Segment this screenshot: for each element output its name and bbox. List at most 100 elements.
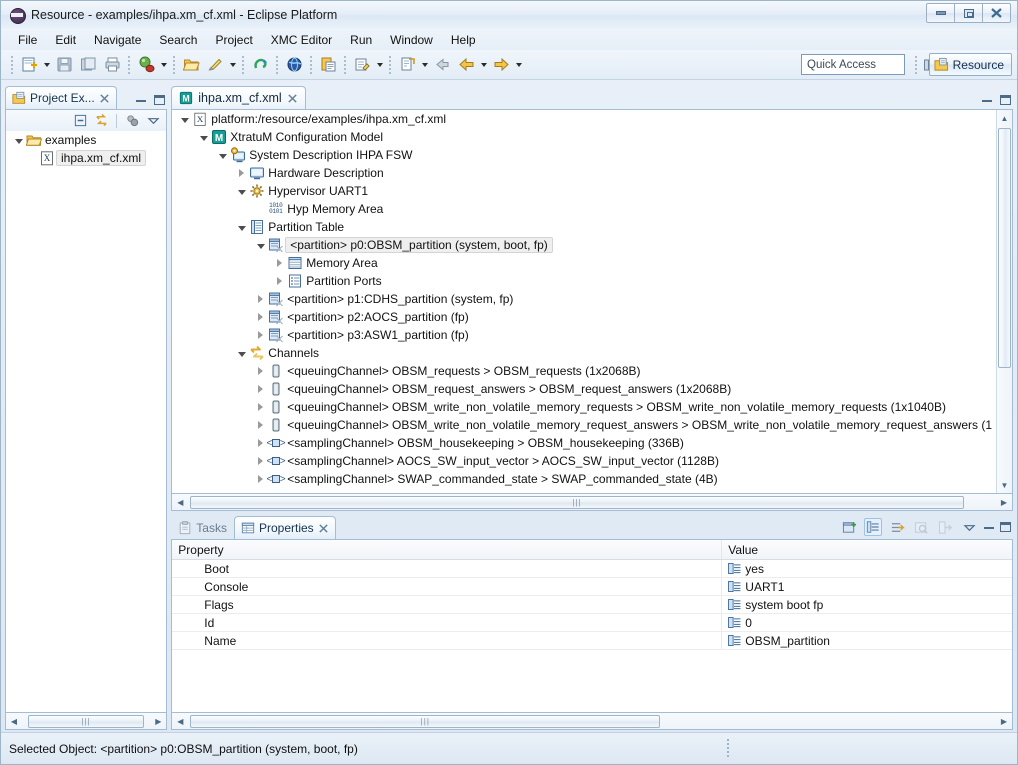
debug-icon[interactable] bbox=[135, 54, 157, 76]
forward-icon[interactable] bbox=[490, 54, 512, 76]
tree-item[interactable]: Partition Table bbox=[172, 218, 996, 236]
run-dropdown[interactable] bbox=[227, 54, 238, 76]
hscroll-thumb[interactable]: ||| bbox=[190, 714, 661, 728]
twisty-open-icon[interactable] bbox=[235, 344, 248, 362]
twisty-open-icon[interactable] bbox=[12, 131, 25, 149]
tree-item[interactable]: Partition Ports bbox=[172, 272, 996, 290]
tab-project-explorer[interactable]: Project Ex... bbox=[5, 86, 117, 109]
menu-project[interactable]: Project bbox=[206, 31, 261, 49]
globe-icon[interactable] bbox=[283, 54, 305, 76]
table-row[interactable]: Flags system boot fp bbox=[172, 596, 1012, 614]
maximize-icon[interactable] bbox=[1000, 522, 1011, 532]
collapse-all-icon[interactable] bbox=[71, 112, 89, 130]
property-value-cell[interactable]: 0 bbox=[722, 614, 1012, 631]
quick-access-input[interactable]: Quick Access bbox=[801, 54, 905, 75]
table-row[interactable]: Name OBSM_partition bbox=[172, 632, 1012, 650]
twisty-closed-icon[interactable] bbox=[254, 398, 267, 416]
twisty-closed-icon[interactable] bbox=[254, 416, 267, 434]
twisty-closed-icon[interactable] bbox=[254, 326, 267, 344]
new-wizard-dropdown[interactable] bbox=[41, 54, 52, 76]
annotation-icon[interactable] bbox=[351, 54, 373, 76]
table-row[interactable]: Console UART1 bbox=[172, 578, 1012, 596]
project-explorer-tree[interactable]: examples X ihpa.xm_cf.xml bbox=[5, 131, 168, 713]
annotation-dropdown[interactable] bbox=[374, 54, 385, 76]
close-icon[interactable] bbox=[318, 523, 329, 534]
new-tab-icon[interactable] bbox=[840, 518, 858, 536]
twisty-closed-icon[interactable] bbox=[254, 452, 267, 470]
next-annotation-dropdown[interactable] bbox=[419, 54, 430, 76]
tree-item[interactable]: <partition> p3:ASW1_partition (fp) bbox=[172, 326, 996, 344]
undo-icon[interactable] bbox=[249, 54, 271, 76]
twisty-open-icon[interactable] bbox=[178, 110, 191, 128]
twisty-closed-icon[interactable] bbox=[254, 380, 267, 398]
vscroll-track[interactable] bbox=[997, 126, 1012, 477]
maximize-icon[interactable] bbox=[154, 95, 166, 105]
menu-help[interactable]: Help bbox=[442, 31, 485, 49]
scroll-down-icon[interactable]: ▼ bbox=[997, 477, 1012, 493]
twisty-closed-icon[interactable] bbox=[273, 272, 286, 290]
hscroll-track[interactable]: ||| bbox=[22, 714, 150, 729]
project-explorer-hscrollbar[interactable]: ◀ ||| ▶ bbox=[5, 713, 168, 730]
menu-xmc-editor[interactable]: XMC Editor bbox=[262, 31, 341, 49]
twisty-closed-icon[interactable] bbox=[254, 470, 267, 488]
model-tree[interactable]: Xplatform:/resource/examples/ihpa.xm_cf.… bbox=[172, 110, 996, 493]
tree-item[interactable]: Memory Area bbox=[172, 254, 996, 272]
perspective-resource-button[interactable]: Resource bbox=[928, 53, 1012, 76]
focus-icon[interactable] bbox=[123, 112, 141, 130]
twisty-closed-icon[interactable] bbox=[254, 308, 267, 326]
minimize-icon[interactable] bbox=[136, 99, 147, 102]
tree-item[interactable]: <queuingChannel> OBSM_requests > OBSM_re… bbox=[172, 362, 996, 380]
column-header-value[interactable]: Value bbox=[722, 540, 1012, 559]
twisty-open-icon[interactable] bbox=[235, 182, 248, 200]
twisty-closed-icon[interactable] bbox=[254, 434, 267, 452]
tree-item[interactable]: M XtratuM Configuration Model bbox=[172, 128, 996, 146]
twisty-closed-icon[interactable] bbox=[235, 164, 248, 182]
new-wizard-icon[interactable] bbox=[18, 54, 40, 76]
editor-vscrollbar[interactable]: ▲ ▼ bbox=[996, 110, 1012, 493]
menu-edit[interactable]: Edit bbox=[46, 31, 85, 49]
minimize-icon[interactable] bbox=[984, 526, 994, 529]
hscroll-thumb[interactable]: ||| bbox=[190, 495, 964, 509]
tree-item[interactable]: <queuingChannel> OBSM_request_answers > … bbox=[172, 380, 996, 398]
tree-item[interactable]: < > <samplingChannel> OBSM_housekeeping > … bbox=[172, 434, 996, 452]
menu-run[interactable]: Run bbox=[341, 31, 381, 49]
maximize-button[interactable] bbox=[954, 3, 983, 23]
forward-dropdown[interactable] bbox=[513, 54, 524, 76]
scroll-right-icon[interactable]: ▶ bbox=[996, 714, 1012, 729]
table-row[interactable]: Id 0 bbox=[172, 614, 1012, 632]
twisty-closed-icon[interactable] bbox=[273, 254, 286, 272]
tree-item[interactable]: Xplatform:/resource/examples/ihpa.xm_cf.… bbox=[172, 110, 996, 128]
hscroll-track[interactable]: ||| bbox=[188, 495, 996, 510]
minimize-button[interactable] bbox=[926, 3, 955, 23]
table-row[interactable]: Boot yes bbox=[172, 560, 1012, 578]
scroll-right-icon[interactable]: ▶ bbox=[150, 714, 166, 729]
open-folder-icon[interactable] bbox=[180, 54, 202, 76]
tree-item[interactable]: <queuingChannel> OBSM_write_non_volatile… bbox=[172, 416, 996, 434]
twisty-open-icon[interactable] bbox=[254, 236, 267, 254]
menu-window[interactable]: Window bbox=[381, 31, 442, 49]
property-value-cell[interactable]: system boot fp bbox=[722, 596, 1012, 613]
tree-item[interactable]: System Description IHPA FSW bbox=[172, 146, 996, 164]
close-icon[interactable] bbox=[99, 93, 110, 104]
paste-icon[interactable] bbox=[317, 54, 339, 76]
print-icon[interactable] bbox=[101, 54, 123, 76]
scroll-right-icon[interactable]: ▶ bbox=[996, 495, 1012, 510]
column-header-property[interactable]: Property bbox=[172, 540, 723, 559]
twisty-open-icon[interactable] bbox=[197, 128, 210, 146]
tree-item[interactable]: < > <samplingChannel> AOCS_SW_input_vector… bbox=[172, 452, 996, 470]
show-categories-icon[interactable] bbox=[864, 518, 882, 536]
tab-properties[interactable]: Properties bbox=[233, 516, 336, 539]
scroll-left-icon[interactable]: ◀ bbox=[172, 714, 188, 729]
save-all-icon[interactable] bbox=[77, 54, 99, 76]
tab-ihpa-xm-cf-xml[interactable]: M ihpa.xm_cf.xml bbox=[171, 86, 306, 109]
tree-item[interactable]: <partition> p2:AOCS_partition (fp) bbox=[172, 308, 996, 326]
hscroll-track[interactable]: ||| bbox=[188, 714, 996, 729]
tree-item[interactable]: <queuingChannel> OBSM_write_non_volatile… bbox=[172, 398, 996, 416]
close-icon[interactable] bbox=[287, 93, 298, 104]
scroll-left-icon[interactable]: ◀ bbox=[172, 495, 188, 510]
view-menu-icon[interactable] bbox=[960, 518, 978, 536]
scroll-up-icon[interactable]: ▲ bbox=[997, 110, 1012, 126]
vscroll-thumb[interactable] bbox=[998, 128, 1011, 368]
close-button[interactable] bbox=[982, 3, 1011, 23]
run-icon[interactable] bbox=[204, 54, 226, 76]
